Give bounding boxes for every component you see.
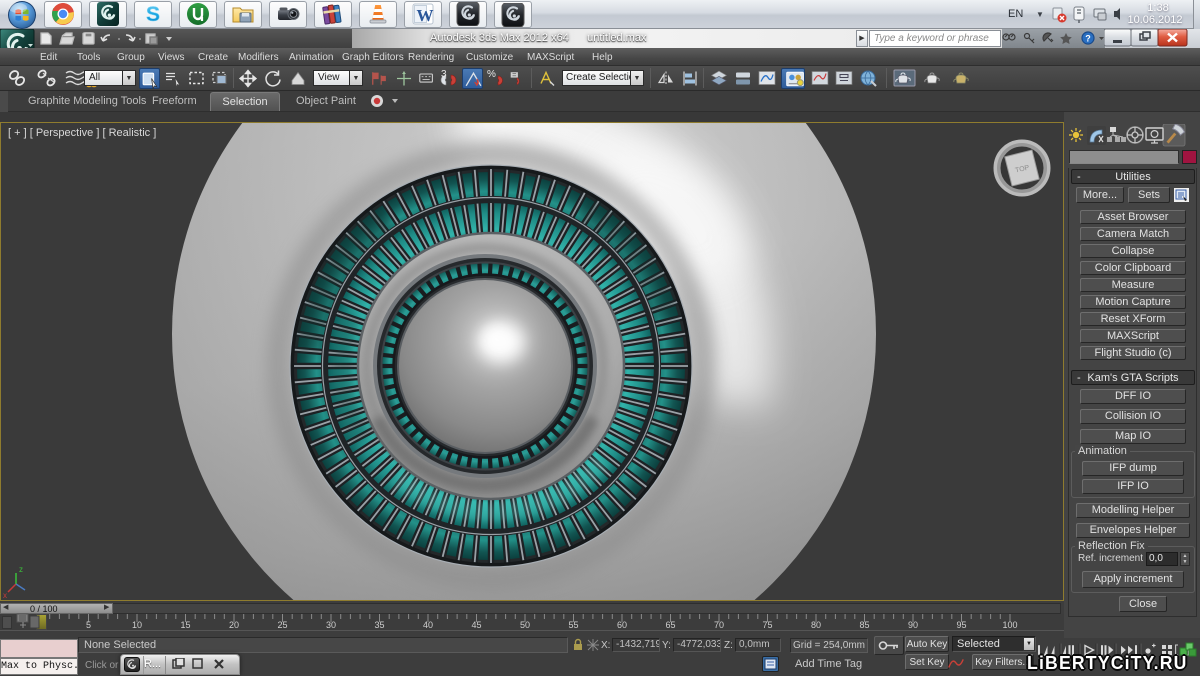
svg-text:30: 30 bbox=[326, 620, 336, 630]
svg-text:65: 65 bbox=[665, 620, 675, 630]
svg-text:100: 100 bbox=[1002, 620, 1017, 630]
svg-text:50: 50 bbox=[520, 620, 530, 630]
svg-text:15: 15 bbox=[180, 620, 190, 630]
svg-text:75: 75 bbox=[762, 620, 772, 630]
svg-text:S: S bbox=[146, 3, 160, 26]
svg-text:60: 60 bbox=[617, 620, 627, 630]
svg-text:70: 70 bbox=[714, 620, 724, 630]
svg-text:10: 10 bbox=[132, 620, 142, 630]
svg-text:[ + ] [ Perspective ] [ Realis: [ + ] [ Perspective ] [ Realistic ] bbox=[8, 127, 156, 139]
svg-text:95: 95 bbox=[956, 620, 966, 630]
svg-text:40: 40 bbox=[423, 620, 433, 630]
svg-text:55: 55 bbox=[568, 620, 578, 630]
svg-text:x: x bbox=[3, 591, 7, 600]
svg-text:?: ? bbox=[1085, 34, 1091, 44]
svg-text:20: 20 bbox=[229, 620, 239, 630]
svg-text:80: 80 bbox=[811, 620, 821, 630]
svg-text:85: 85 bbox=[859, 620, 869, 630]
svg-text:35: 35 bbox=[374, 620, 384, 630]
svg-text:5: 5 bbox=[86, 620, 91, 630]
svg-text:45: 45 bbox=[471, 620, 481, 630]
svg-text:90: 90 bbox=[908, 620, 918, 630]
svg-text:25: 25 bbox=[277, 620, 287, 630]
svg-text:z: z bbox=[19, 565, 23, 574]
svg-text:W: W bbox=[417, 6, 434, 25]
